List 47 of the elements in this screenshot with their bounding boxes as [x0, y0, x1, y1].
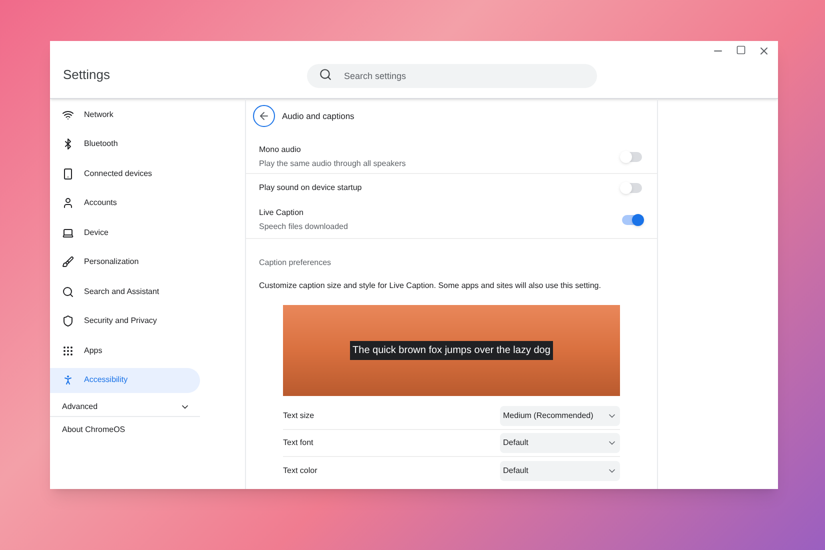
select-dropdown[interactable]: Default: [500, 460, 620, 480]
sidebar-item[interactable]: Security and Privacy: [50, 308, 200, 334]
preview-caption: The quick brown fox jumps over the lazy dog: [350, 341, 554, 360]
section-description: Customize caption size and style for Live Caption. Some apps and sites will also use this setting.: [258, 280, 602, 292]
shield-icon: [62, 315, 74, 327]
back-arrow-icon: [258, 110, 270, 122]
section-title: Caption preferences: [258, 257, 332, 269]
bluetooth-icon: [62, 138, 74, 150]
window-title: Settings: [63, 66, 111, 84]
toggle-switch[interactable]: [622, 152, 642, 162]
wifi-icon: [62, 108, 74, 120]
sidebar-item[interactable]: Personalization: [50, 250, 200, 274]
sidebar-item[interactable]: Apps: [50, 338, 200, 363]
setting-description: Speech files downloaded: [259, 220, 348, 232]
setting-label: Mono audio: [259, 144, 302, 156]
grid-icon: [62, 344, 74, 356]
sidebar-item[interactable]: Accounts: [50, 190, 200, 216]
search-field[interactable]: Search settings: [307, 64, 597, 88]
dropdown-label: Text size: [283, 410, 314, 422]
select-dropdown[interactable]: Default: [500, 433, 620, 453]
sidebar-item[interactable]: Accessibility: [50, 368, 200, 392]
sidebar-item[interactable]: About ChromeOS: [50, 417, 245, 443]
person-icon: [62, 197, 74, 209]
brush-icon: [62, 256, 74, 268]
select-dropdown[interactable]: Medium (Recommended): [500, 406, 620, 426]
setting-label: Play sound on device startup: [259, 182, 362, 194]
accessibility-icon: [62, 374, 74, 386]
sidebar-item[interactable]: Device: [50, 220, 200, 245]
sidebar-item[interactable]: Bluetooth: [50, 132, 200, 156]
setting-label: Live Caption: [259, 206, 304, 218]
sidebar-item[interactable]: Network: [50, 102, 200, 127]
back-button[interactable]: [253, 105, 275, 127]
setting-description: Play the same audio through all speakers: [259, 158, 406, 170]
toggle-switch[interactable]: [622, 182, 642, 192]
phone-icon: [62, 168, 74, 180]
sidebar-item[interactable]: Search and Assistant: [50, 279, 200, 304]
search-icon: [319, 68, 332, 81]
search-icon: [62, 286, 74, 298]
close-icon[interactable]: [758, 45, 770, 57]
laptop-icon: [62, 226, 74, 238]
toggle-switch[interactable]: [622, 214, 642, 224]
advanced-item[interactable]: Advanced: [50, 397, 200, 417]
dropdown-label: Text color: [283, 464, 318, 476]
sidebar-item[interactable]: Connected devices: [50, 161, 200, 186]
page-title: Audio and captions: [282, 110, 354, 122]
dropdown-label: Text font: [283, 437, 314, 449]
maximize-icon[interactable]: [736, 45, 746, 55]
